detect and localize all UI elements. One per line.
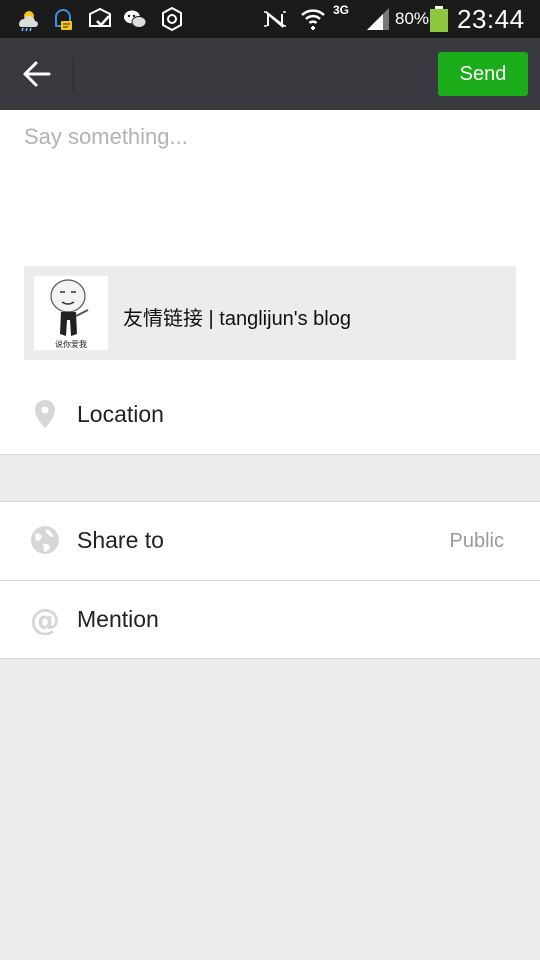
- link-thumbnail: 说你爱我: [34, 276, 108, 350]
- notification-icon: [50, 6, 76, 32]
- wifi-icon: [300, 6, 326, 32]
- toolbar-divider: [73, 58, 74, 92]
- share-to-label: Share to: [77, 527, 164, 553]
- send-button[interactable]: Send: [438, 52, 528, 96]
- post-text-input[interactable]: [24, 120, 514, 154]
- share-to-value: Public: [449, 530, 504, 552]
- back-button[interactable]: [12, 52, 60, 96]
- svg-text:@: @: [30, 603, 60, 635]
- mail-check-icon: [87, 6, 113, 32]
- location-row[interactable]: Location: [0, 376, 540, 454]
- wechat-icon: [122, 6, 148, 32]
- location-label: Location: [77, 401, 164, 427]
- sync-icon: [159, 6, 185, 32]
- mention-row[interactable]: @ Mention: [0, 581, 540, 659]
- battery-percent: 80%: [395, 9, 430, 28]
- clock-time: 23:44: [457, 4, 525, 34]
- arrow-left-icon: [23, 61, 51, 87]
- location-pin-icon: [29, 398, 61, 430]
- share-options-section: Share to Public @ Mention: [0, 501, 540, 659]
- shared-link-card[interactable]: 说你爱我 友情链接 | tanglijun's blog: [24, 266, 516, 360]
- mention-label: Mention: [77, 606, 159, 632]
- globe-icon: [29, 524, 61, 556]
- signal-icon: [365, 6, 391, 32]
- top-app-bar: Send: [0, 38, 540, 110]
- share-to-row[interactable]: Share to Public: [0, 502, 540, 581]
- compose-panel: 说你爱我 友情链接 | tanglijun's blog Location: [0, 110, 540, 455]
- link-title: 友情链接 | tanglijun's blog: [123, 308, 351, 330]
- battery-icon: [428, 6, 450, 32]
- weather-icon: [14, 6, 40, 32]
- network-type-label: 3G: [333, 3, 350, 17]
- at-icon: @: [29, 603, 61, 635]
- status-bar: 3G 80% 23:44: [0, 0, 540, 38]
- thumbnail-caption: 说你爱我: [55, 339, 87, 349]
- nfc-off-icon: [262, 6, 288, 32]
